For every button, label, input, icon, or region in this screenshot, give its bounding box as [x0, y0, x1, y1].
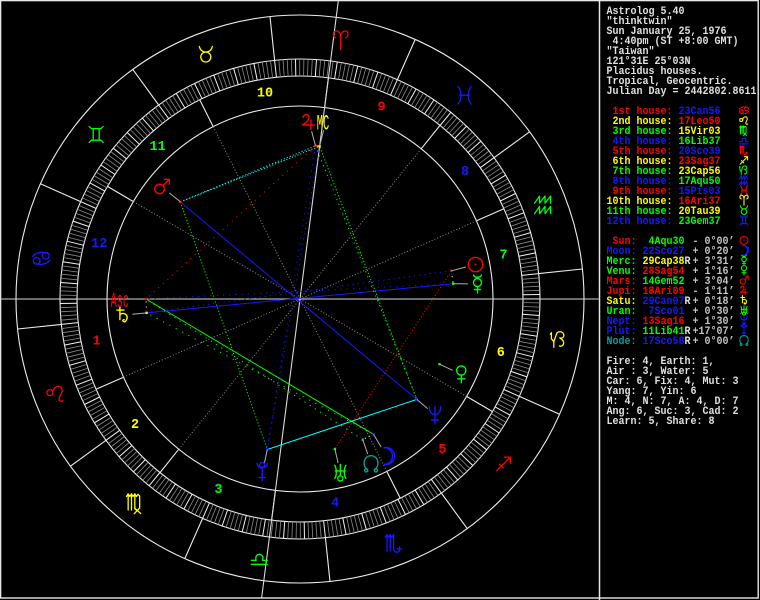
svg-text:12th house:: 12th house:: [607, 216, 673, 228]
svg-text:Learn: 5, Share: 8: Learn: 5, Share: 8: [607, 416, 715, 428]
svg-text:Node:: Node:: [607, 336, 637, 348]
svg-text:R: R: [685, 296, 691, 308]
svg-text:R: R: [685, 336, 691, 348]
svg-text:23Gem37: 23Gem37: [679, 216, 721, 228]
svg-text:Julian Day = 2442802.8611: Julian Day = 2442802.8611: [607, 86, 757, 98]
svg-text:R: R: [685, 256, 691, 268]
svg-text:10: 10: [257, 87, 273, 102]
svg-text:1: 1: [92, 335, 100, 350]
svg-text:Asc: Asc: [111, 290, 130, 314]
svg-text:4: 4: [331, 497, 339, 512]
svg-text:11: 11: [149, 140, 165, 155]
svg-text:MC: MC: [317, 113, 329, 137]
svg-text:2: 2: [131, 418, 139, 433]
svg-text:3: 3: [214, 483, 222, 498]
svg-text:6: 6: [497, 346, 505, 361]
svg-text:17Sco58: 17Sco58: [643, 336, 685, 348]
svg-text:12: 12: [91, 237, 107, 252]
svg-text:+ 0°00’: + 0°00’: [693, 336, 735, 348]
svg-text:5: 5: [438, 443, 446, 458]
svg-text:7: 7: [499, 249, 507, 264]
svg-text:8: 8: [461, 165, 469, 180]
svg-text:9: 9: [378, 100, 386, 115]
